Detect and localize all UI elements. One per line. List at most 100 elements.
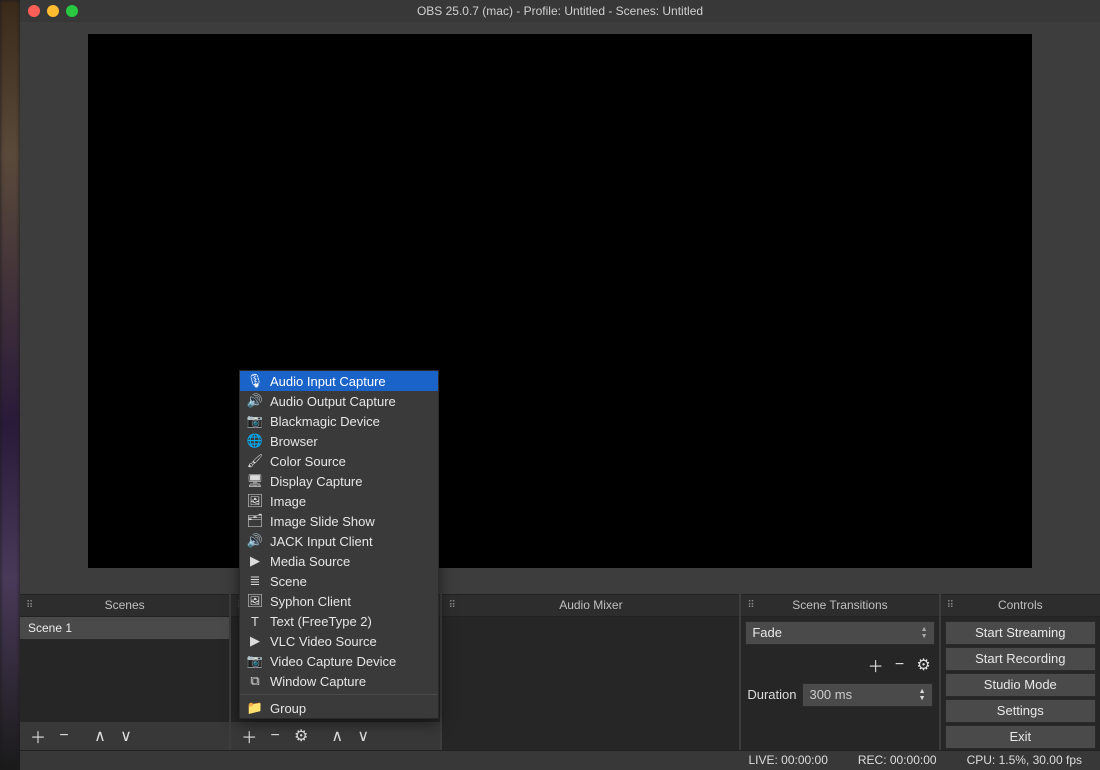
- add-scene-button[interactable]: ＋: [28, 726, 48, 746]
- exit-button[interactable]: Exit: [945, 725, 1096, 749]
- source-type-menu-item[interactable]: 🖼 Image: [240, 491, 438, 511]
- audio-mixer-dock: ⠿ Audio Mixer: [442, 594, 739, 750]
- source-type-menu-item[interactable]: 📷 Blackmagic Device: [240, 411, 438, 431]
- source-type-menu-item[interactable]: 🎙 Audio Input Capture: [240, 371, 438, 391]
- transitions-body: Fade ▲▼ ＋ − ⚙ Duration 300 ms ▲▼: [741, 617, 938, 750]
- text-icon: T: [248, 614, 262, 629]
- menu-item-label: Media Source: [270, 554, 350, 569]
- menu-item-label: JACK Input Client: [270, 534, 373, 549]
- controls-title: Controls: [998, 598, 1043, 612]
- globe-icon: 🌐: [248, 433, 262, 449]
- menu-item-label: Audio Input Capture: [270, 374, 386, 389]
- image-icon: 🖼: [248, 493, 262, 509]
- studio-mode-button[interactable]: Studio Mode: [945, 673, 1096, 697]
- camera-icon: 📷: [248, 413, 262, 429]
- audio-mixer-title: Audio Mixer: [559, 598, 622, 612]
- move-scene-down-button[interactable]: ∨: [116, 726, 136, 746]
- move-source-down-button[interactable]: ∨: [353, 726, 373, 746]
- grip-icon: ⠿: [26, 600, 33, 611]
- source-type-menu-item[interactable]: T Text (FreeType 2): [240, 611, 438, 631]
- source-type-menu-item[interactable]: 📷 Video Capture Device: [240, 651, 438, 671]
- add-source-button[interactable]: ＋: [239, 726, 259, 746]
- image-icon: 🖼: [248, 593, 262, 609]
- speaker-icon: 🔊: [248, 393, 262, 409]
- source-type-menu-item[interactable]: ▶VLC Video Source: [240, 631, 438, 651]
- status-bar: LIVE: 00:00:00 REC: 00:00:00 CPU: 1.5%, …: [20, 750, 1100, 770]
- remove-scene-button[interactable]: −: [54, 726, 74, 746]
- source-type-menu-item[interactable]: 🔊 JACK Input Client: [240, 531, 438, 551]
- scenes-list: Scene 1: [20, 617, 229, 722]
- controls-header[interactable]: ⠿ Controls: [941, 595, 1100, 617]
- transitions-dock: ⠿ Scene Transitions Fade ▲▼ ＋ − ⚙ Durati…: [741, 594, 938, 750]
- docks-row: ⠿ Scenes Scene 1 ＋ − ∧ ∨ ⠿ Sources ＋ −: [20, 594, 1100, 750]
- transition-settings-button[interactable]: ⚙: [915, 655, 933, 675]
- monitor-icon: 🖥: [248, 473, 262, 489]
- audio-mixer-body: [442, 617, 739, 750]
- source-type-menu-item[interactable]: ≣Scene: [240, 571, 438, 591]
- status-cpu: CPU: 1.5%, 30.00 fps: [967, 753, 1082, 767]
- duration-value: 300 ms: [809, 687, 852, 702]
- menu-item-label: Blackmagic Device: [270, 414, 380, 429]
- menu-item-label: Color Source: [270, 454, 346, 469]
- scenes-dock-title: Scenes: [105, 598, 145, 612]
- grip-icon: ⠿: [947, 600, 954, 611]
- audio-mixer-header[interactable]: ⠿ Audio Mixer: [442, 595, 739, 617]
- camera-icon: 📷: [248, 653, 262, 669]
- move-source-up-button[interactable]: ∧: [327, 726, 347, 746]
- source-type-menu-item[interactable]: 🖥 Display Capture: [240, 471, 438, 491]
- status-rec: REC: 00:00:00: [858, 753, 937, 767]
- controls-body: Start Streaming Start Recording Studio M…: [941, 617, 1100, 750]
- folder-icon: 📁: [248, 700, 262, 716]
- start-streaming-button[interactable]: Start Streaming: [945, 621, 1096, 645]
- source-type-menu-item[interactable]: 🖼Syphon Client: [240, 591, 438, 611]
- zoom-window-button[interactable]: [66, 5, 78, 17]
- settings-button[interactable]: Settings: [945, 699, 1096, 723]
- minimize-window-button[interactable]: [47, 5, 59, 17]
- start-recording-button[interactable]: Start Recording: [945, 647, 1096, 671]
- list-icon: ≣: [248, 573, 262, 589]
- menu-item-label: Browser: [270, 434, 318, 449]
- transition-select[interactable]: Fade ▲▼: [745, 621, 934, 645]
- grip-icon: ⠿: [747, 600, 754, 611]
- source-properties-button[interactable]: ⚙: [291, 726, 311, 746]
- scenes-dock-header[interactable]: ⠿ Scenes: [20, 595, 229, 617]
- slides-icon: 🗂: [248, 513, 262, 529]
- add-transition-button[interactable]: ＋: [867, 653, 885, 677]
- duration-label: Duration: [747, 687, 796, 702]
- move-scene-up-button[interactable]: ∧: [90, 726, 110, 746]
- menu-item-label: Image: [270, 494, 306, 509]
- desktop-wallpaper-sliver: [0, 0, 20, 770]
- speaker-icon: 🔊: [248, 533, 262, 549]
- obs-window: OBS 25.0.7 (mac) - Profile: Untitled - S…: [20, 0, 1100, 770]
- window-title: OBS 25.0.7 (mac) - Profile: Untitled - S…: [20, 4, 1100, 18]
- source-type-menu-item[interactable]: 🗂 Image Slide Show: [240, 511, 438, 531]
- mic-icon: 🎙: [248, 373, 262, 389]
- source-type-menu-item[interactable]: ⧉Window Capture: [240, 671, 438, 691]
- duration-spinbox[interactable]: 300 ms ▲▼: [802, 683, 932, 707]
- source-type-menu-item[interactable]: 🌐 Browser: [240, 431, 438, 451]
- preview-canvas[interactable]: [88, 34, 1032, 568]
- add-source-context-menu: 🎙 Audio Input Capture 🔊 Audio Output Captur…: [239, 370, 439, 719]
- menu-item-label: Text (FreeType 2): [270, 614, 372, 629]
- scenes-toolbar: ＋ − ∧ ∨: [20, 722, 229, 750]
- transitions-header[interactable]: ⠿ Scene Transitions: [741, 595, 938, 617]
- menu-item-label: Video Capture Device: [270, 654, 396, 669]
- source-type-menu-item[interactable]: 🔊 Audio Output Capture: [240, 391, 438, 411]
- close-window-button[interactable]: [28, 5, 40, 17]
- source-type-menu-item[interactable]: ▶Media Source: [240, 551, 438, 571]
- source-type-menu-item-group[interactable]: 📁 Group: [240, 698, 438, 718]
- remove-source-button[interactable]: −: [265, 726, 285, 746]
- menu-item-label: Image Slide Show: [270, 514, 375, 529]
- menu-item-label: Group: [270, 701, 306, 716]
- source-type-menu-item[interactable]: 🖌Color Source: [240, 451, 438, 471]
- window-icon: ⧉: [248, 673, 262, 689]
- titlebar: OBS 25.0.7 (mac) - Profile: Untitled - S…: [20, 0, 1100, 22]
- status-live: LIVE: 00:00:00: [748, 753, 827, 767]
- menu-item-label: Audio Output Capture: [270, 394, 396, 409]
- menu-item-label: Display Capture: [270, 474, 363, 489]
- controls-dock: ⠿ Controls Start Streaming Start Recordi…: [941, 594, 1100, 750]
- menu-separator: [240, 694, 438, 695]
- menu-item-label: VLC Video Source: [270, 634, 377, 649]
- scene-item[interactable]: Scene 1: [20, 617, 229, 639]
- remove-transition-button[interactable]: −: [891, 656, 909, 674]
